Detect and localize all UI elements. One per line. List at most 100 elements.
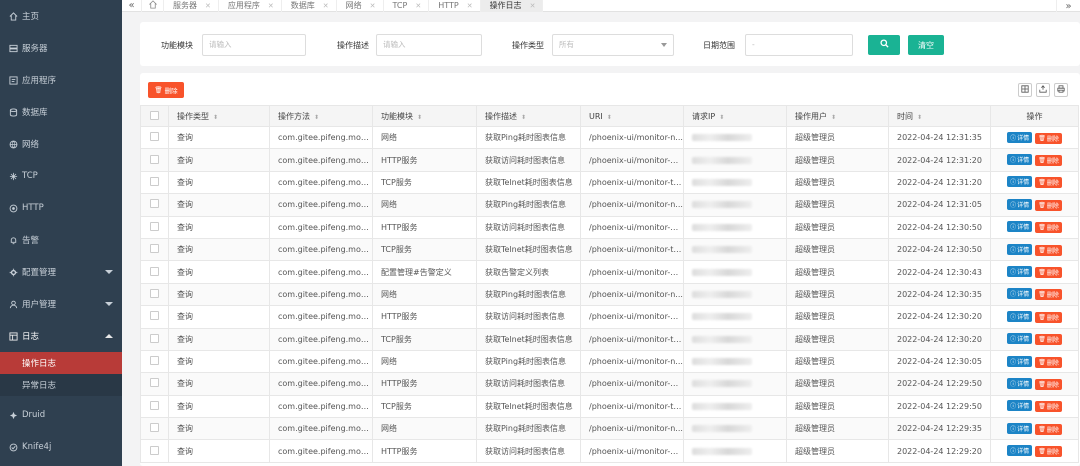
cell-checkbox[interactable] [140, 193, 169, 217]
cell-checkbox[interactable] [140, 215, 169, 239]
sidebar-item-database[interactable]: 数据库 [0, 96, 122, 128]
table-row[interactable]: 查询 com.gitee.pifeng.mon... 网络 获取Ping耗时图表信息 /… [140, 193, 1079, 217]
table-row[interactable]: 查询 com.gitee.pifeng.mon... 网络 获取Ping耗时图表信息 /… [140, 417, 1079, 441]
sort-icon[interactable]: ⬍ [314, 114, 319, 121]
close-icon[interactable]: ✕ [205, 2, 211, 10]
row-checkbox[interactable] [150, 244, 159, 254]
cell-checkbox[interactable] [140, 237, 169, 262]
cell-checkbox[interactable] [140, 349, 169, 374]
delete-button[interactable]: 🗑 删除 [1035, 446, 1062, 458]
delete-button[interactable]: 🗑 删除 [1035, 155, 1062, 167]
batch-delete-button[interactable]: 🗑 删除 [148, 82, 184, 98]
detail-button[interactable]: ⓘ 详情 [1007, 310, 1033, 322]
close-icon[interactable]: ✕ [467, 2, 473, 10]
detail-button[interactable]: ⓘ 详情 [1007, 198, 1033, 210]
row-checkbox[interactable] [150, 311, 159, 321]
delete-button[interactable]: 🗑 删除 [1035, 378, 1062, 390]
sidebar-item-server[interactable]: 服务器 [0, 32, 122, 64]
col-header-desc[interactable]: 操作描述 ⬍ [476, 105, 581, 127]
sort-icon[interactable]: ⬍ [831, 114, 836, 121]
col-header-user[interactable]: 操作用户 ⬍ [786, 105, 889, 127]
module-input[interactable]: 请输入 [202, 34, 306, 56]
sidebar-item-druid[interactable]: Druid [0, 399, 122, 431]
cell-checkbox[interactable] [140, 439, 169, 463]
sidebar-item-http[interactable]: HTTP [0, 192, 122, 224]
tab-tcp[interactable]: TCP ✕ [384, 0, 430, 12]
row-checkbox[interactable] [150, 333, 159, 343]
detail-button[interactable]: ⓘ 详情 [1007, 221, 1033, 233]
sort-icon[interactable]: ⬍ [917, 114, 922, 121]
cell-checkbox[interactable] [140, 327, 169, 351]
cell-checkbox[interactable] [140, 125, 169, 150]
sort-icon[interactable]: ⬍ [719, 114, 724, 121]
table-row[interactable]: 查询 com.gitee.pifeng.mon... HTTP服务 获取访问耗时图表信… [140, 372, 1079, 396]
col-header-uri[interactable]: URI ⬍ [580, 105, 684, 127]
row-checkbox[interactable] [150, 423, 159, 433]
col-header-time[interactable]: 时间 ⬍ [888, 105, 991, 127]
detail-button[interactable]: ⓘ 详情 [1007, 333, 1033, 345]
tab-http[interactable]: HTTP ✕ [429, 0, 481, 12]
table-row[interactable]: 查询 com.gitee.pifeng.mon... HTTP服务 获取访问耗时图表信… [140, 215, 1079, 239]
tab-operation-log[interactable]: 操作日志 ✕ [480, 0, 544, 12]
table-row[interactable]: 查询 com.gitee.pifeng.mon... 网络 获取Ping耗时图表信息 /… [140, 282, 1079, 307]
cell-checkbox[interactable] [140, 148, 169, 172]
delete-button[interactable]: 🗑 删除 [1035, 267, 1062, 279]
sidebar-item-log[interactable]: 日志 [0, 320, 122, 352]
delete-button[interactable]: 🗑 删除 [1035, 401, 1062, 413]
close-icon[interactable]: ✕ [323, 2, 329, 10]
row-checkbox[interactable] [150, 199, 159, 209]
cell-checkbox[interactable] [140, 417, 169, 441]
tabs-scroll-left-icon[interactable]: « [122, 0, 142, 12]
table-row[interactable]: 查询 com.gitee.pifeng.mon... TCP服务 获取Telnet耗时… [140, 327, 1079, 351]
tab-app[interactable]: 应用程序 ✕ [219, 0, 282, 12]
row-checkbox[interactable] [150, 378, 159, 388]
table-row[interactable]: 查询 com.gitee.pifeng.mon... HTTP服务 获取访问耗时图表信… [140, 148, 1079, 172]
sidebar-item-user[interactable]: 用户管理 [0, 288, 122, 320]
detail-button[interactable]: ⓘ 详情 [1007, 154, 1033, 166]
delete-button[interactable]: 🗑 删除 [1035, 244, 1062, 256]
delete-button[interactable]: 🗑 删除 [1035, 356, 1062, 368]
close-icon[interactable]: ✕ [268, 2, 274, 10]
desc-input[interactable]: 请输入 [376, 34, 482, 56]
detail-button[interactable]: ⓘ 详情 [1007, 377, 1033, 389]
sidebar-item-network[interactable]: 网络 [0, 128, 122, 160]
sort-icon[interactable]: ⬍ [417, 114, 422, 121]
tab-home[interactable] [142, 0, 164, 12]
table-row[interactable]: 查询 com.gitee.pifeng.mon... 网络 获取Ping耗时图表信息 /… [140, 349, 1079, 374]
row-checkbox[interactable] [150, 176, 159, 186]
detail-button[interactable]: ⓘ 详情 [1007, 243, 1033, 255]
delete-button[interactable]: 🗑 删除 [1035, 132, 1062, 144]
table-row[interactable]: 查询 com.gitee.pifeng.mon... HTTP服务 获取访问耗时图表信… [140, 439, 1079, 463]
delete-button[interactable]: 🗑 删除 [1035, 222, 1062, 234]
table-row[interactable]: 查询 com.gitee.pifeng.mon... TCP服务 获取Telnet耗时… [140, 237, 1079, 262]
print-button[interactable] [1054, 83, 1068, 97]
export-button[interactable] [1036, 83, 1050, 97]
sidebar-item-tcp[interactable]: TCP [0, 160, 122, 192]
col-header-type[interactable]: 操作类型 ⬍ [168, 105, 270, 127]
cell-checkbox[interactable] [140, 170, 169, 195]
columns-button[interactable] [1018, 83, 1032, 97]
tab-server[interactable]: 服务器 ✕ [164, 0, 219, 12]
close-icon[interactable]: ✕ [370, 2, 376, 10]
cell-checkbox[interactable] [140, 372, 169, 396]
table-row[interactable]: 查询 com.gitee.pifeng.mon... TCP服务 获取Telnet耗时… [140, 394, 1079, 419]
table-row[interactable]: 查询 com.gitee.pifeng.mon... 配置管理#告警定义 获取告警定义… [140, 260, 1079, 284]
detail-button[interactable]: ⓘ 详情 [1007, 266, 1033, 278]
table-row[interactable]: 查询 com.gitee.pifeng.mon... HTTP服务 获取访问耗时图表信… [140, 305, 1079, 329]
tab-network[interactable]: 网络 ✕ [337, 0, 384, 12]
row-checkbox[interactable] [150, 288, 159, 298]
cell-checkbox[interactable] [140, 282, 169, 307]
close-icon[interactable]: ✕ [415, 2, 421, 10]
table-row[interactable]: 查询 com.gitee.pifeng.mon... TCP服务 获取Telnet耗时… [140, 170, 1079, 195]
sort-icon[interactable]: ⬍ [521, 114, 526, 121]
tab-database[interactable]: 数据库 ✕ [282, 0, 337, 12]
detail-button[interactable]: ⓘ 详情 [1007, 288, 1033, 300]
select-all-checkbox[interactable] [150, 110, 159, 120]
cell-checkbox[interactable] [140, 305, 169, 329]
row-checkbox[interactable] [150, 356, 159, 366]
table-row[interactable]: 查询 com.gitee.pifeng.mon... 网络 获取Ping耗时图表信息 /… [140, 125, 1079, 150]
sidebar-item-home[interactable]: 主页 [0, 0, 122, 32]
sidebar-item-alarm[interactable]: 告警 [0, 224, 122, 256]
detail-button[interactable]: ⓘ 详情 [1007, 445, 1033, 457]
col-header-ip[interactable]: 请求IP ⬍ [683, 105, 787, 127]
